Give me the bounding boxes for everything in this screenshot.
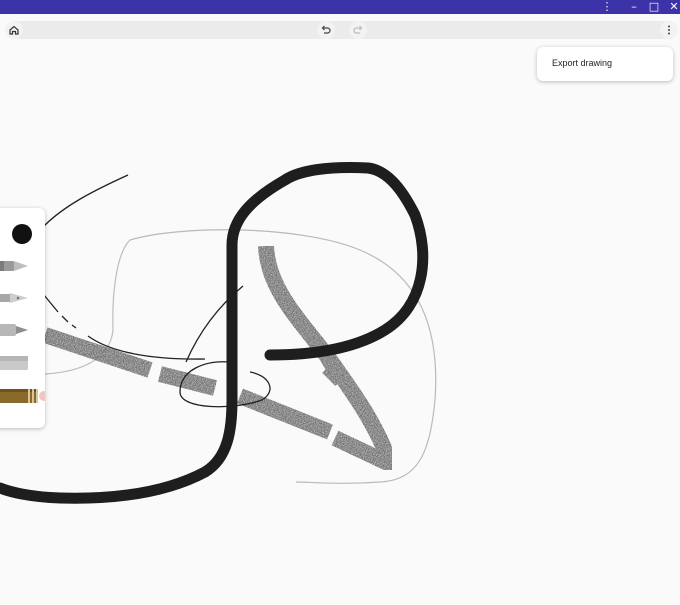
- color-swatch[interactable]: [11, 223, 33, 245]
- fountain-pen-tool[interactable]: [0, 290, 32, 306]
- marker-tool[interactable]: [0, 322, 32, 338]
- toolbar-strip: [8, 21, 672, 39]
- undo-icon: [321, 25, 331, 34]
- overflow-menu: Export drawing: [537, 47, 673, 81]
- title-bar: ⋮ – □ ✕: [0, 0, 680, 14]
- close-icon[interactable]: ✕: [665, 0, 680, 14]
- home-button[interactable]: [5, 21, 23, 39]
- redo-icon: [353, 25, 363, 34]
- pencil-tool[interactable]: [0, 354, 32, 372]
- pencil-textured-strokes: [42, 245, 400, 473]
- pen-stroke-dashed: [43, 294, 77, 329]
- ballpoint-pen-tool[interactable]: [0, 258, 32, 274]
- app-toolbar: [0, 14, 680, 44]
- undo-button[interactable]: [317, 21, 335, 39]
- drawing-canvas[interactable]: [0, 44, 680, 605]
- home-icon: [9, 25, 19, 35]
- export-drawing-menu-item[interactable]: Export drawing: [552, 58, 612, 68]
- more-vert-icon: [668, 25, 670, 35]
- window-menu-icon[interactable]: ⋮: [598, 0, 616, 14]
- more-options-button[interactable]: [660, 21, 678, 39]
- pen-stroke-arc: [43, 174, 129, 227]
- minimize-icon[interactable]: –: [625, 0, 643, 14]
- highlighter-tool[interactable]: [0, 386, 45, 406]
- tool-palette: [0, 208, 45, 428]
- redo-button[interactable]: [349, 21, 367, 39]
- maximize-icon[interactable]: □: [645, 0, 663, 14]
